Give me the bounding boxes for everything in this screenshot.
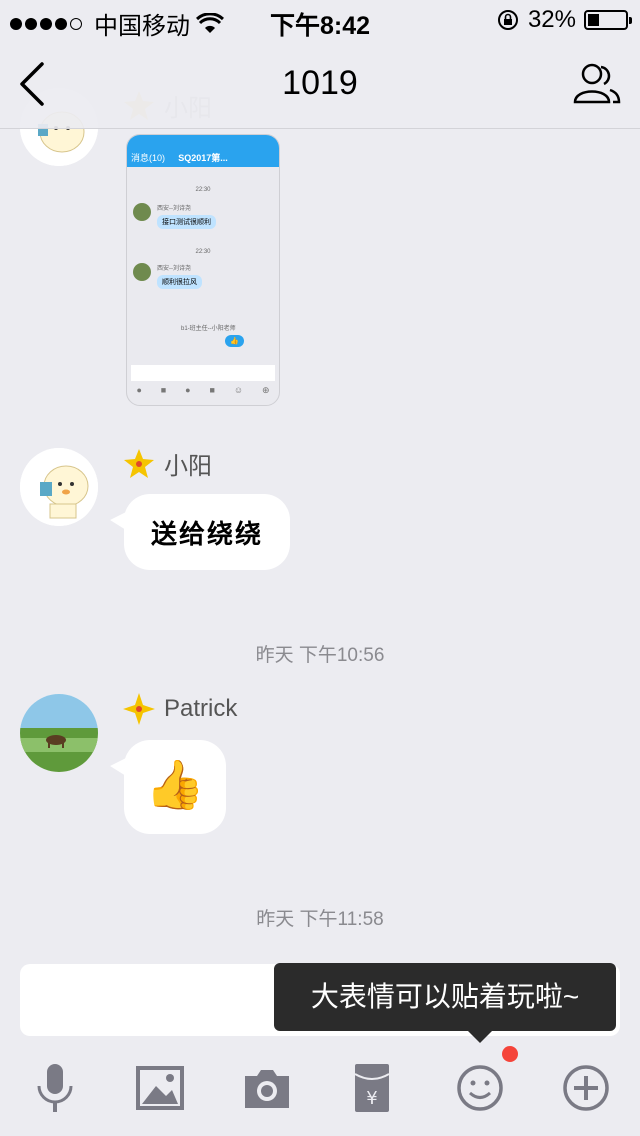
camera-icon[interactable] — [239, 1060, 295, 1116]
avatar — [133, 263, 151, 281]
notification-badge — [502, 1046, 518, 1062]
embedded-header: 消息(10) SQ2017第... — [127, 135, 279, 167]
microphone-icon[interactable] — [27, 1060, 83, 1116]
star-badge-icon — [123, 693, 155, 725]
chat-area[interactable]: 小阳 消息(10) SQ2017第... 22:30 西安--刘诗尧 接口测试很… — [0, 0, 640, 960]
thumbs-up-icon: 👍 — [225, 335, 244, 347]
avatar[interactable] — [20, 694, 98, 772]
svg-text:¥: ¥ — [366, 1088, 377, 1109]
timestamp: 昨天 下午11:58 — [256, 909, 384, 930]
red-packet-icon[interactable]: ¥ — [344, 1060, 400, 1116]
thumbs-up-icon: 👍 — [145, 759, 205, 812]
sticker-tooltip: 大表情可以贴着玩啦~ — [274, 963, 616, 1043]
avatar — [133, 203, 151, 221]
star-badge-icon — [124, 448, 154, 478]
navigation-bar: 1019 — [0, 40, 640, 129]
sender-name: 小阳 — [122, 446, 212, 481]
message-bubble[interactable]: 送给绕绕 — [110, 494, 290, 570]
image-message[interactable]: 消息(10) SQ2017第... 22:30 西安--刘诗尧 接口测试很顺利 … — [126, 134, 280, 406]
sender-name-text: Patrick — [164, 695, 238, 722]
page-title: 1019 — [282, 64, 358, 102]
group-members-icon[interactable] — [570, 58, 622, 110]
image-icon[interactable] — [132, 1060, 188, 1116]
sender-name: Patrick — [122, 692, 237, 726]
sender-name-text: 小阳 — [164, 453, 212, 480]
emoji-icon[interactable] — [452, 1060, 508, 1116]
plus-icon[interactable] — [558, 1060, 614, 1116]
input-toolbar: ¥ — [0, 1040, 640, 1136]
timestamp: 昨天 下午10:56 — [255, 645, 385, 666]
message-bubble[interactable]: 👍 — [110, 740, 226, 834]
message-text: 送给绕绕 — [150, 519, 263, 549]
avatar[interactable] — [20, 448, 98, 526]
